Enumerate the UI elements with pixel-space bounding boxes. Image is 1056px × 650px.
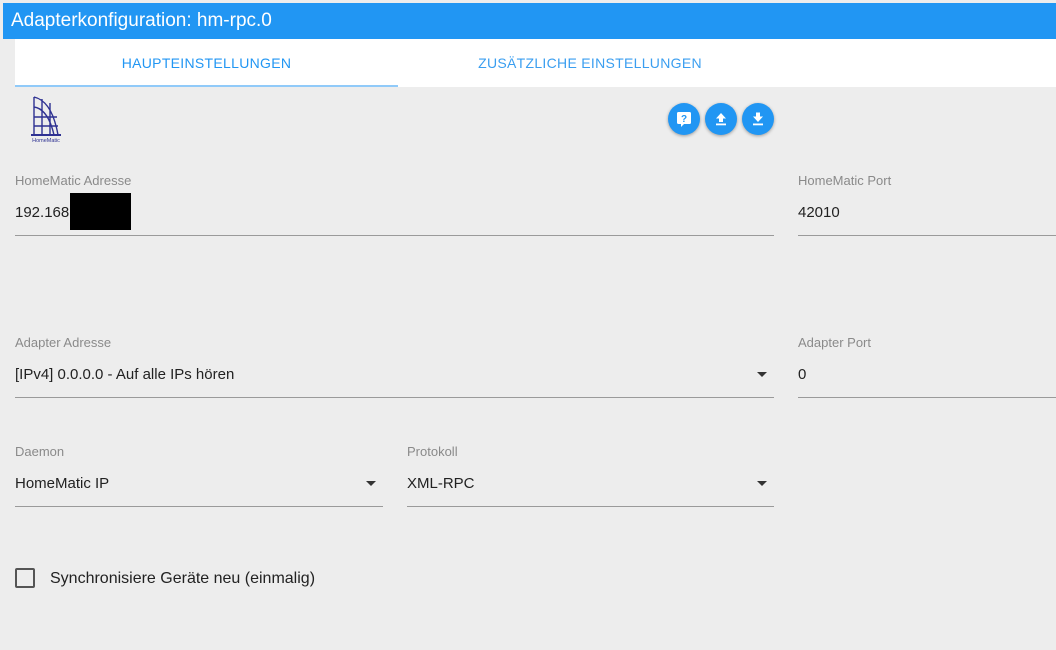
adapter-port-label: Adapter Port [798,335,871,350]
adapter-address-dropdown-icon[interactable] [757,372,767,377]
help-button[interactable]: ? [668,103,700,135]
homematic-address-label: HomeMatic Adresse [15,173,132,188]
protocol-underline [407,506,774,507]
logo-caption: HomeMatic [32,138,60,144]
adapter-port-input[interactable]: 0 [798,366,806,383]
upload-button[interactable] [705,103,737,135]
help-icon: ? [677,112,691,127]
adapter-address-select[interactable]: [IPv4] 0.0.0.0 - Auf alle IPs hören [15,366,234,383]
homematic-port-label: HomeMatic Port [798,173,892,188]
homematic-address-underline [15,235,774,236]
daemon-label: Daemon [15,444,65,459]
homematic-address-input[interactable]: 192.168 [15,204,69,221]
protocol-dropdown-icon[interactable] [757,481,767,486]
tab-additional-settings[interactable]: ZUSÄTZLICHE EINSTELLUNGEN [398,39,782,87]
redacted-block [70,193,131,230]
protocol-select[interactable]: XML-RPC [407,475,475,492]
daemon-select[interactable]: HomeMatic IP [15,475,109,492]
download-icon [753,112,763,126]
adapter-address-underline [15,397,774,398]
adapter-port-underline [798,397,1056,398]
adapter-address-label: Adapter Adresse [15,335,112,350]
daemon-underline [15,506,383,507]
daemon-dropdown-icon[interactable] [366,481,376,486]
sync-devices-label[interactable]: Synchronisiere Geräte neu (einmalig) [50,570,315,588]
homematic-port-underline [798,235,1056,236]
svg-text:?: ? [681,114,687,125]
homematic-logo: HomeMatic [31,96,61,144]
window-title: Adapterkonfiguration: hm-rpc.0 [3,3,1056,39]
active-tab-indicator [15,85,398,87]
sync-devices-checkbox[interactable] [15,568,35,588]
download-button[interactable] [742,103,774,135]
homematic-port-input[interactable]: 42010 [798,204,840,221]
tab-main-settings[interactable]: HAUPTEINSTELLUNGEN [15,39,398,87]
upload-icon [716,113,726,126]
protocol-label: Protokoll [407,444,458,459]
tab-bar: HAUPTEINSTELLUNGEN ZUSÄTZLICHE EINSTELLU… [15,39,1056,87]
